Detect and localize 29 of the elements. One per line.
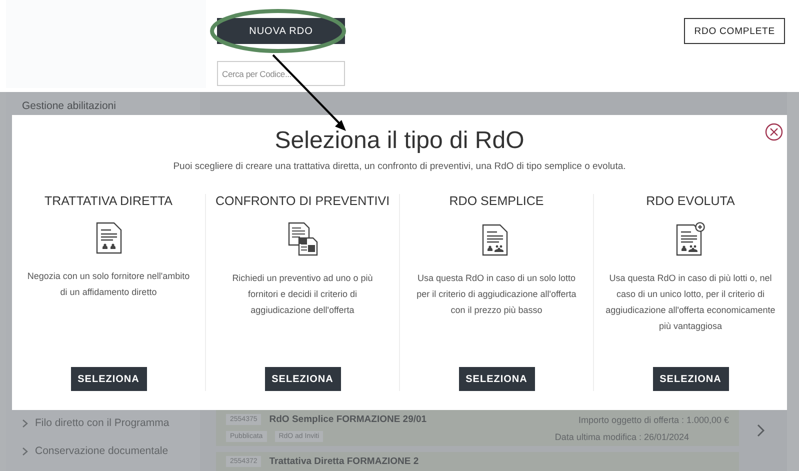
sidebar-item[interactable]: Gestione abilitazioni <box>6 92 200 112</box>
modal-title: Seleziona il tipo di RdO <box>274 127 526 155</box>
document-icon <box>96 222 122 254</box>
rdo-title: RdO Semplice FORMAZIONE 29/01 <box>269 414 427 425</box>
close-icon[interactable] <box>765 123 783 141</box>
option-heading: TRATTATIVA DIRETTA <box>44 194 172 208</box>
select-button[interactable]: SELEZIONA <box>70 367 146 391</box>
rdo-title: Trattativa Diretta FORMAZIONE 2 <box>269 456 419 467</box>
select-button[interactable]: SELEZIONA <box>458 367 534 391</box>
new-rdo-button[interactable]: NUOVA RDO <box>217 18 345 44</box>
chevron-icon <box>22 446 28 456</box>
option-description: Usa questa RdO in caso di un solo lotto per il criterio di aggiudicazione all'offerta con il prezzo più basso <box>416 272 578 317</box>
option-heading: RDO EVOLUTA <box>646 194 735 208</box>
complete-rdo-button[interactable]: RDO COMPLETE <box>684 18 785 44</box>
amount-text: Importo oggetto di offerta : 1.000,00 € <box>578 414 729 424</box>
document-icon <box>676 222 706 256</box>
modified-date: Data ultima modifica : 26/01/2024 <box>554 432 689 442</box>
chevron-icon[interactable] <box>757 424 765 437</box>
search-field[interactable]: Cerca per Codice... <box>217 61 345 86</box>
option-description: Richiedi un preventivo ad uno o più fornitori e decidi il criterio di aggiudicazione dell'offerta <box>231 272 374 317</box>
modal-subtitle: Puoi scegliere di creare una trattativa diretta, un confronto di preventivi, una RdO di tipo semplice o evoluta. <box>172 161 627 172</box>
documents-icon <box>288 222 318 256</box>
option-heading: CONFRONTO DI PREVENTIVI <box>215 194 390 208</box>
select-button[interactable]: SELEZIONA <box>264 367 340 391</box>
option-description: Negozia con un solo fornitore nell'ambito di un affidamento diretto <box>26 270 191 299</box>
option-description: Usa questa RdO in caso di più lotti o, nel caso di un unico lotto, per il criterio di aggiudicazione all'offerta economicamente più vantaggiosa <box>606 272 776 333</box>
chevron-icon <box>22 418 28 428</box>
select-button[interactable]: SELEZIONA <box>652 367 728 391</box>
option-heading: RDO SEMPLICE <box>449 194 544 208</box>
